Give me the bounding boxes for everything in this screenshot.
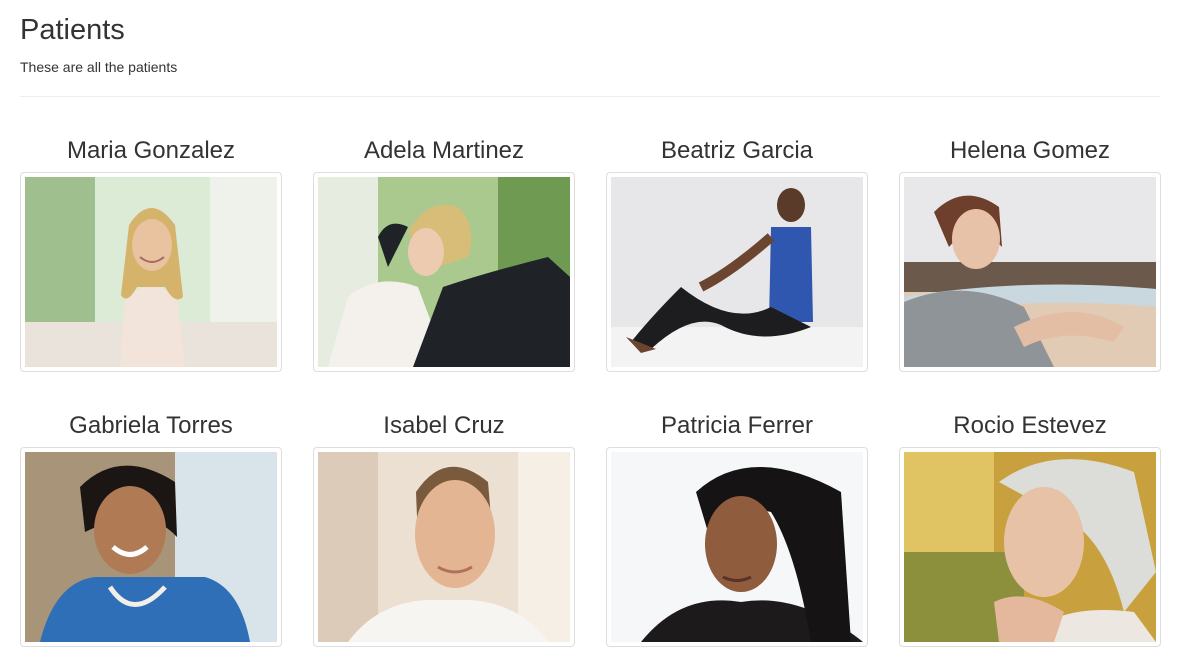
patient-thumbnail[interactable] <box>20 172 282 372</box>
patient-thumbnail[interactable] <box>20 447 282 647</box>
patient-thumbnail[interactable] <box>313 172 575 372</box>
patient-card: Helena Gomez <box>899 132 1161 372</box>
patient-grid: Maria Gonzalez Adela Martinez Beatriz Ga… <box>20 132 1161 647</box>
patient-photo <box>25 452 277 642</box>
page-title: Patients <box>20 14 125 46</box>
patient-thumbnail[interactable] <box>606 172 868 372</box>
patient-card: Isabel Cruz <box>313 407 575 647</box>
page-subtitle: These are all the patients <box>20 59 178 75</box>
patient-photo <box>904 177 1156 367</box>
header-divider <box>20 96 1160 97</box>
patient-thumbnail[interactable] <box>899 447 1161 647</box>
patient-card: Maria Gonzalez <box>20 132 282 372</box>
patient-thumbnail[interactable] <box>313 447 575 647</box>
patient-photo <box>904 452 1156 642</box>
patient-card: Adela Martinez <box>313 132 575 372</box>
patient-thumbnail[interactable] <box>899 172 1161 372</box>
patient-photo <box>611 177 863 367</box>
patient-photo <box>318 452 570 642</box>
patient-name: Rocio Estevez <box>953 412 1107 439</box>
patient-name: Adela Martinez <box>363 137 525 164</box>
patient-photo <box>318 177 570 367</box>
patient-photo <box>611 452 863 642</box>
patient-card: Gabriela Torres <box>20 407 282 647</box>
patient-card: Patricia Ferrer <box>606 407 868 647</box>
patient-name: Patricia Ferrer <box>660 412 814 439</box>
patient-name: Gabriela Torres <box>69 412 233 439</box>
patient-card: Rocio Estevez <box>899 407 1161 647</box>
patient-card: Beatriz Garcia <box>606 132 868 372</box>
patient-thumbnail[interactable] <box>606 447 868 647</box>
patient-photo <box>25 177 277 367</box>
patient-name: Helena Gomez <box>949 137 1111 164</box>
patient-name: Beatriz Garcia <box>660 137 814 164</box>
patient-name: Maria Gonzalez <box>66 137 236 164</box>
patient-name: Isabel Cruz <box>383 412 505 439</box>
